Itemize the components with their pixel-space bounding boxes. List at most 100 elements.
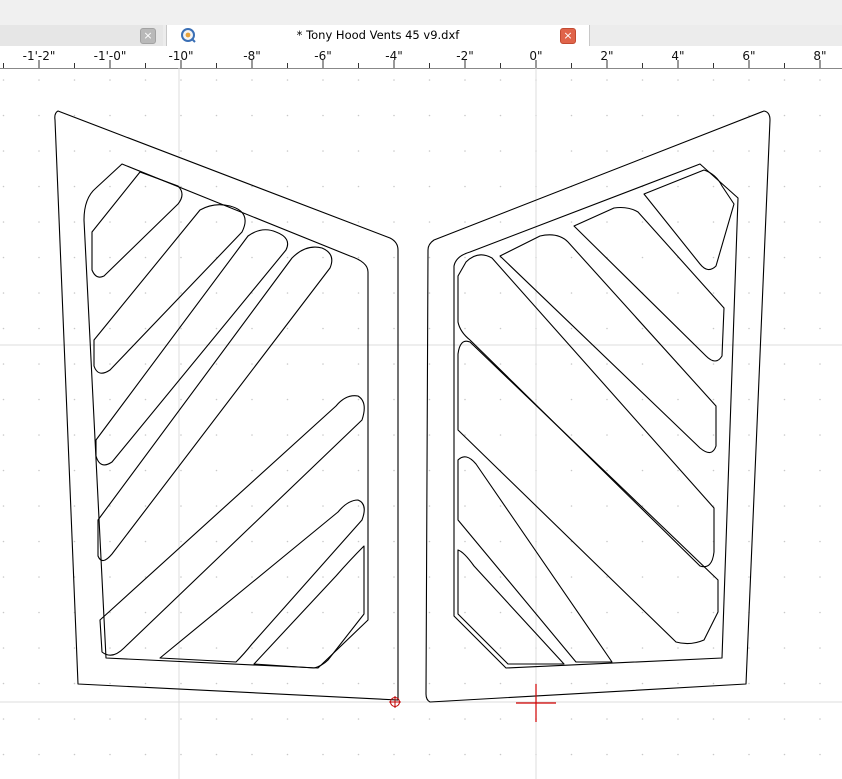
tab-tony-hood-vents[interactable]: * Tony Hood Vents 45 v9.dxf <box>166 25 590 46</box>
grid-dot <box>712 434 715 436</box>
grid-dot <box>38 611 40 614</box>
grid-dot <box>215 398 218 401</box>
grid-dot <box>286 221 289 223</box>
grid-dot <box>357 79 360 81</box>
grid-dot <box>712 398 715 401</box>
grid-dot <box>2 611 5 614</box>
tab-previous-document[interactable] <box>0 25 163 46</box>
grid-dot <box>819 398 821 401</box>
grid-dot <box>180 256 182 259</box>
grid-dot <box>251 221 253 223</box>
grid-dot <box>322 398 324 401</box>
grid-dot <box>180 682 182 685</box>
grid-dot <box>819 469 821 472</box>
grid-dot <box>109 398 111 401</box>
grid-dot <box>819 611 821 614</box>
grid-dot <box>215 540 218 543</box>
grid-dot <box>38 469 40 472</box>
grid-dot <box>748 79 750 81</box>
grid-dot <box>286 647 289 649</box>
grid-dot <box>428 114 431 117</box>
grid-dot <box>783 576 786 578</box>
grid-dot <box>819 505 821 507</box>
grid-dot <box>783 398 786 401</box>
grid-dot <box>393 576 395 578</box>
grid-dot <box>2 576 5 578</box>
grid-dot <box>38 540 40 543</box>
grid-dot <box>748 327 750 330</box>
grid-dot <box>2 114 5 117</box>
grid-dot <box>215 434 218 436</box>
grid-dot <box>215 469 218 472</box>
grid-dot <box>144 221 147 223</box>
grid-dot <box>464 221 466 223</box>
grid-dot <box>73 79 76 81</box>
grid-dot <box>180 718 182 720</box>
grid-dot <box>641 256 644 259</box>
grid-dot <box>819 682 821 685</box>
grid-dot <box>712 718 715 720</box>
grid-dot <box>570 363 573 365</box>
grid-dot <box>357 327 360 330</box>
grid-dot <box>144 114 147 117</box>
grid-dot <box>606 611 608 614</box>
grid-dot <box>393 398 395 401</box>
grid-dot <box>499 79 502 81</box>
grid-dot <box>215 79 218 81</box>
left-slot <box>99 395 365 656</box>
grid-dot <box>677 611 679 614</box>
grid-dot <box>180 327 182 330</box>
grid-dot <box>180 221 182 223</box>
grid-dot <box>606 576 608 578</box>
grid-dot <box>819 327 821 330</box>
grid-dot <box>783 292 786 294</box>
tab-close-icon[interactable]: × <box>140 28 156 44</box>
grid-dot <box>215 647 218 649</box>
left-slot <box>97 246 333 562</box>
grid-dot <box>570 576 573 578</box>
grid-dot <box>428 185 431 188</box>
right-panel-outline <box>425 110 771 703</box>
grid-dot <box>570 79 573 81</box>
grid-dot <box>606 434 608 436</box>
grid-dot <box>677 150 679 152</box>
drawing-canvas[interactable] <box>0 68 842 779</box>
grid-dot <box>322 753 324 756</box>
grid-dot <box>606 363 608 365</box>
grid-dot <box>641 114 644 117</box>
grid-dot <box>641 540 644 543</box>
grid-dot <box>464 185 466 188</box>
grid-dot <box>499 718 502 720</box>
grid-dot <box>499 540 502 543</box>
grid-dot <box>606 469 608 472</box>
grid-dot <box>748 469 750 472</box>
grid-dot <box>428 221 431 223</box>
grid-dot <box>677 221 679 223</box>
grid-dot <box>357 185 360 188</box>
grid-dot <box>251 434 253 436</box>
grid-dot <box>286 611 289 614</box>
grid-dot <box>712 221 715 223</box>
grid-dot <box>712 682 715 685</box>
grid-dot <box>38 718 40 720</box>
grid-dot <box>499 185 502 188</box>
grid-dot <box>286 398 289 401</box>
grid-dot <box>641 79 644 81</box>
grid-dot <box>109 363 111 365</box>
grid-dot <box>38 753 40 756</box>
grid-dot <box>712 611 715 614</box>
grid-dot <box>712 292 715 294</box>
grid-dot <box>499 327 502 330</box>
grid-dot <box>251 79 253 81</box>
origin-marker <box>389 696 401 708</box>
grid-dot <box>180 398 182 401</box>
right-slot <box>643 169 735 271</box>
grid-dot <box>570 647 573 649</box>
grid-dot <box>819 79 821 81</box>
grid-dot <box>677 185 679 188</box>
grid-dot <box>286 363 289 365</box>
grid-dot <box>2 540 5 543</box>
grid-dot <box>641 611 644 614</box>
close-icon[interactable]: × <box>560 28 576 44</box>
grid-dot <box>499 647 502 649</box>
